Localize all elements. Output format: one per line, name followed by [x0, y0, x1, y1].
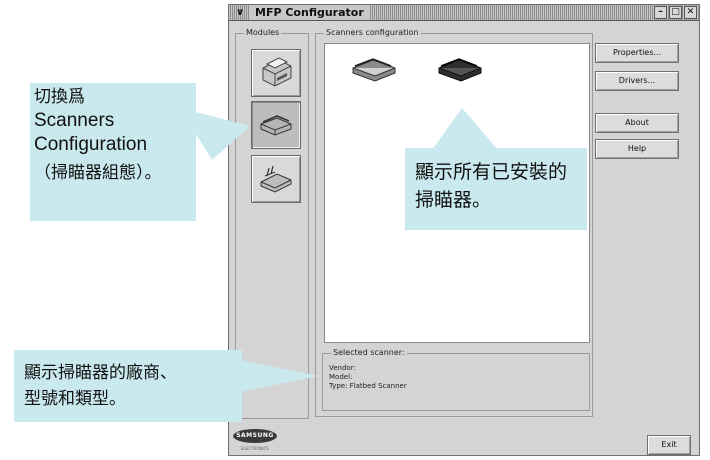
switch-callout-line2: Scanners	[34, 110, 115, 131]
vendor-info-callout-line2: 型號和類型。	[24, 389, 126, 409]
switch-callout-line4: （掃瞄器組態）。	[34, 163, 162, 183]
vendor-info-callout-line1: 顯示掃瞄器的廠商、	[24, 363, 177, 383]
switch-callout-line1: 切換爲	[34, 87, 85, 107]
vendor-info-callout: 顯示掃瞄器的廠商、 型號和類型。	[14, 350, 242, 422]
installed-callout-pointer	[432, 108, 500, 152]
switch-callout: 切換爲 Scanners Configuration （掃瞄器組態）。	[30, 83, 196, 221]
installed-callout: 顯示所有已安裝的 掃瞄器。	[405, 148, 587, 230]
installed-callout-line2: 掃瞄器。	[415, 189, 492, 211]
vendor-callout-pointer	[240, 360, 318, 392]
installed-callout-line1: 顯示所有已安裝的	[415, 161, 568, 183]
switch-callout-line3: Configuration	[34, 134, 148, 155]
